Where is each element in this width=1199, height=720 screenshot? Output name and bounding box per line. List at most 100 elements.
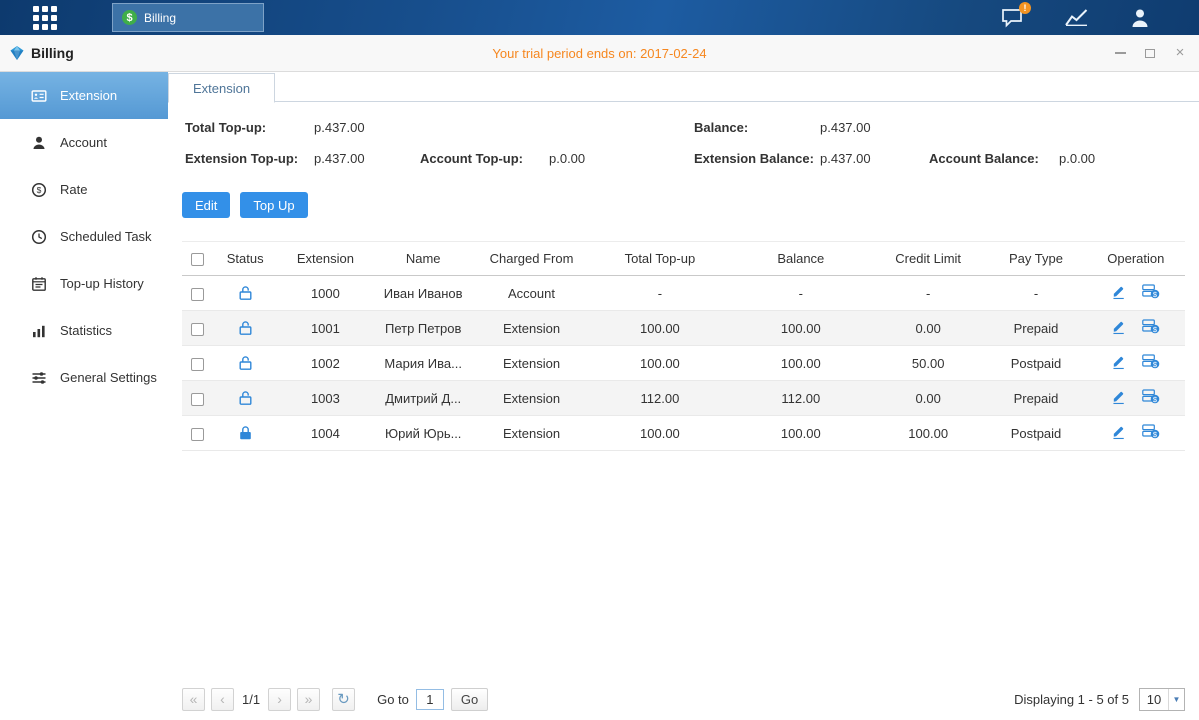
account-topup-value: p.0.00 bbox=[549, 151, 585, 166]
close-icon[interactable]: × bbox=[1173, 46, 1187, 60]
extension-balance-value: p.437.00 bbox=[820, 151, 871, 166]
user-menu-button[interactable] bbox=[1129, 8, 1151, 28]
sidebar-item-rate[interactable]: $ Rate bbox=[0, 166, 168, 213]
statistics-button[interactable] bbox=[1064, 8, 1089, 27]
next-page-button[interactable]: › bbox=[268, 688, 291, 711]
pay-type-cell: Prepaid bbox=[985, 311, 1086, 346]
edit-icon[interactable] bbox=[1111, 354, 1126, 370]
first-page-button[interactable]: « bbox=[182, 688, 205, 711]
col-extension: Extension bbox=[278, 242, 372, 276]
sidebar-item-scheduled-task[interactable]: Scheduled Task bbox=[0, 213, 168, 260]
sidebar-item-topup-history[interactable]: Top-up History bbox=[0, 260, 168, 307]
charged-from-cell: Extension bbox=[474, 381, 589, 416]
row-checkbox[interactable] bbox=[191, 288, 204, 301]
charged-from-cell: Account bbox=[474, 276, 589, 311]
edit-icon[interactable] bbox=[1111, 424, 1126, 440]
sidebar-item-label: Account bbox=[60, 135, 107, 150]
sidebar-item-account[interactable]: Account bbox=[0, 119, 168, 166]
sidebar-item-statistics[interactable]: Statistics bbox=[0, 307, 168, 354]
col-operation: Operation bbox=[1087, 242, 1185, 276]
card-icon bbox=[31, 88, 47, 104]
charged-from-cell: Extension bbox=[474, 416, 589, 451]
topup-icon[interactable]: $ bbox=[1142, 354, 1160, 369]
minimize-icon[interactable] bbox=[1113, 46, 1127, 60]
app-grid-button[interactable] bbox=[22, 0, 68, 35]
table-row: 1003 Дмитрий Д... Extension 112.00 112.0… bbox=[182, 381, 1185, 416]
bar-chart-icon bbox=[31, 323, 47, 339]
total-topup-cell: 100.00 bbox=[589, 416, 730, 451]
prev-page-button[interactable]: ‹ bbox=[211, 688, 234, 711]
topup-button[interactable]: Top Up bbox=[240, 192, 307, 218]
svg-text:$: $ bbox=[37, 185, 42, 195]
sidebar-item-label: Extension bbox=[60, 88, 117, 103]
go-button[interactable]: Go bbox=[451, 688, 488, 711]
unlocked-icon bbox=[238, 285, 253, 301]
extension-cell: 1003 bbox=[278, 381, 372, 416]
credit-limit-cell: 0.00 bbox=[871, 381, 985, 416]
tab-extension[interactable]: Extension bbox=[168, 73, 275, 103]
page-size-select[interactable]: 10 ▼ bbox=[1139, 688, 1185, 711]
edit-button[interactable]: Edit bbox=[182, 192, 230, 218]
person-icon bbox=[31, 135, 47, 151]
app-grid-icon bbox=[33, 6, 57, 30]
name-cell: Юрий Юрь... bbox=[373, 416, 474, 451]
credit-limit-cell: 0.00 bbox=[871, 311, 985, 346]
operation-cell: $ bbox=[1087, 311, 1185, 346]
balance-value: p.437.00 bbox=[820, 120, 871, 135]
edit-icon[interactable] bbox=[1111, 319, 1126, 335]
sidebar-item-general-settings[interactable]: General Settings bbox=[0, 354, 168, 401]
col-balance: Balance bbox=[731, 242, 871, 276]
notification-badge: ! bbox=[1019, 2, 1031, 14]
checkbox-cell bbox=[182, 276, 212, 311]
col-status: Status bbox=[212, 242, 278, 276]
table-header-row: Status Extension Name Charged From Total… bbox=[182, 242, 1185, 276]
line-chart-icon bbox=[1064, 8, 1089, 27]
extension-cell: 1002 bbox=[278, 346, 372, 381]
status-cell bbox=[212, 311, 278, 346]
billing-summary: Total Top-up: p.437.00 Balance: p.437.00… bbox=[182, 116, 1185, 180]
sidebar-item-label: Rate bbox=[60, 182, 87, 197]
refresh-icon[interactable]: ↻ bbox=[332, 688, 355, 711]
goto-page-input[interactable] bbox=[416, 689, 444, 710]
table-row: 1001 Петр Петров Extension 100.00 100.00… bbox=[182, 311, 1185, 346]
name-cell: Дмитрий Д... bbox=[373, 381, 474, 416]
total-topup-cell: 100.00 bbox=[589, 346, 730, 381]
maximize-icon[interactable] bbox=[1143, 46, 1157, 60]
sidebar-item-extension[interactable]: Extension bbox=[0, 72, 168, 119]
messages-button[interactable]: ! bbox=[1001, 8, 1024, 28]
row-checkbox[interactable] bbox=[191, 358, 204, 371]
topup-icon[interactable]: $ bbox=[1142, 389, 1160, 404]
toolbar: Edit Top Up bbox=[182, 192, 1185, 218]
coin-icon: $ bbox=[31, 182, 47, 198]
topbar-billing-tab[interactable]: $ Billing bbox=[112, 3, 264, 32]
select-all-checkbox[interactable] bbox=[191, 253, 204, 266]
balance-cell: 100.00 bbox=[731, 311, 871, 346]
account-balance-label: Account Balance: bbox=[929, 151, 1039, 166]
last-page-button[interactable]: » bbox=[297, 688, 320, 711]
balance-cell: - bbox=[731, 276, 871, 311]
checkbox-cell bbox=[182, 381, 212, 416]
row-checkbox[interactable] bbox=[191, 323, 204, 336]
topup-icon[interactable]: $ bbox=[1142, 424, 1160, 439]
row-checkbox[interactable] bbox=[191, 393, 204, 406]
account-balance-value: p.0.00 bbox=[1059, 151, 1095, 166]
edit-icon[interactable] bbox=[1111, 389, 1126, 405]
col-charged-from: Charged From bbox=[474, 242, 589, 276]
col-pay-type: Pay Type bbox=[985, 242, 1086, 276]
sidebar-item-label: Scheduled Task bbox=[60, 229, 152, 244]
lock-status-icon bbox=[238, 320, 253, 335]
topup-icon[interactable]: $ bbox=[1142, 284, 1160, 299]
extensions-table: Status Extension Name Charged From Total… bbox=[182, 241, 1185, 451]
topbar: $ Billing ! bbox=[0, 0, 1199, 35]
extension-balance-label: Extension Balance: bbox=[694, 151, 814, 166]
topup-icon[interactable]: $ bbox=[1142, 319, 1160, 334]
checkbox-cell bbox=[182, 311, 212, 346]
unlocked-icon bbox=[238, 390, 253, 406]
total-topup-value: p.437.00 bbox=[314, 120, 365, 135]
credit-limit-cell: - bbox=[871, 276, 985, 311]
edit-icon[interactable] bbox=[1111, 284, 1126, 300]
account-topup-label: Account Top-up: bbox=[420, 151, 523, 166]
table-row: 1002 Мария Ива... Extension 100.00 100.0… bbox=[182, 346, 1185, 381]
row-checkbox[interactable] bbox=[191, 428, 204, 441]
operation-cell: $ bbox=[1087, 381, 1185, 416]
